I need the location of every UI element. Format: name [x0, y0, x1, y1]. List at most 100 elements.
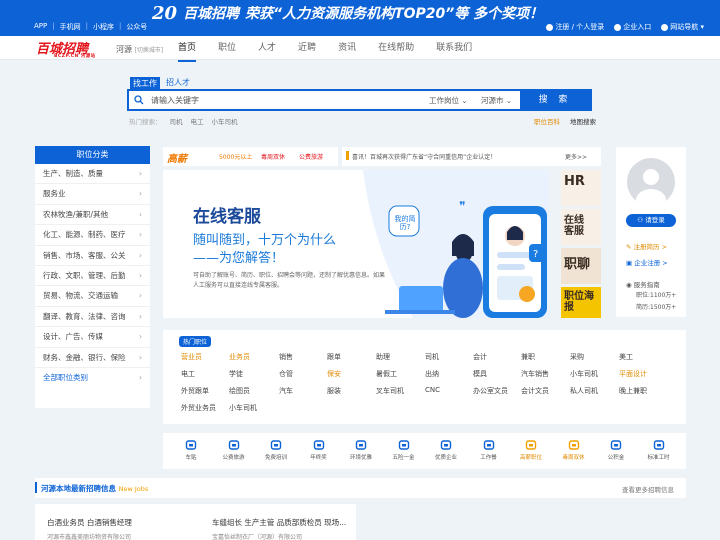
search-input[interactable]: [151, 93, 421, 107]
miniprogram-link[interactable]: 小程序: [93, 22, 114, 32]
job-card[interactable]: 白酒业务员 白酒销售经理 河源市鑫鑫美丽坊物资有限公司: [35, 504, 201, 540]
hot-job-link[interactable]: 业务员: [229, 352, 250, 362]
more-jobs-link[interactable]: 查看更多招聘信息: [622, 484, 674, 494]
register-resume-link[interactable]: ✎ 注册简历 >: [626, 241, 667, 251]
nav-news[interactable]: 资讯: [338, 36, 356, 62]
map-search-link[interactable]: 地图搜索: [570, 116, 596, 126]
building-icon: ▣: [626, 259, 633, 267]
news-headline[interactable]: 喜讯！百城再次获得广东省“守合同重信用”企业认定！: [352, 152, 496, 161]
user-icon: [546, 23, 554, 31]
category-item[interactable]: 生产、制造、质量 ›: [35, 164, 150, 185]
hot-job-link[interactable]: 司机: [425, 352, 439, 362]
search-button[interactable]: 搜 索: [520, 91, 590, 109]
hot-job-link[interactable]: 办公室文员: [473, 386, 508, 396]
benefit-item[interactable]: 工作餐: [469, 439, 509, 461]
hot-job-link[interactable]: 助理: [376, 352, 390, 362]
job-poster-tile[interactable]: 职位海报: [561, 287, 601, 318]
nav-jobs[interactable]: 职位: [218, 36, 236, 62]
app-link[interactable]: APP: [34, 22, 47, 32]
hot-job-link[interactable]: 私人司机: [570, 386, 598, 396]
all-categories-link[interactable]: 全部职位类别 ›: [35, 368, 150, 388]
hot-job-link[interactable]: 暑假工: [376, 369, 397, 379]
benefit-item[interactable]: 年终奖: [299, 439, 339, 461]
hot-job-link[interactable]: CNC: [425, 386, 440, 394]
hot-job-link[interactable]: 汽车: [279, 386, 293, 396]
search-city-select[interactable]: 河源市 ⌄: [481, 95, 512, 106]
category-item[interactable]: 翻译、教育、法律、咨询 ›: [35, 307, 150, 328]
hot-job-link[interactable]: 绘图员: [229, 386, 250, 396]
benefit-item[interactable]: 标准工时: [639, 439, 679, 461]
site-logo[interactable]: 百城招聘 BCZP.CN 河源站: [36, 38, 95, 59]
hot-job-link[interactable]: 服装: [327, 386, 341, 396]
hot-job-link[interactable]: 会计文员: [521, 386, 549, 396]
category-item[interactable]: 服务业 ›: [35, 184, 150, 205]
company-register-link[interactable]: ▣ 企业注册 >: [626, 257, 668, 267]
sitemap-link[interactable]: 网站导航 ▾: [661, 22, 704, 32]
high-salary-strip[interactable]: 高薪 5000元以上 毒周双休 公费旅游: [163, 147, 338, 166]
hot-job-link[interactable]: 电工: [181, 369, 195, 379]
hot-job-link[interactable]: 学徒: [229, 369, 243, 379]
benefit-item[interactable]: 免费培训: [256, 439, 296, 461]
company-entry-link[interactable]: 企业入口: [614, 22, 651, 32]
hot-search-item[interactable]: 小车司机: [212, 116, 238, 126]
hot-job-link[interactable]: 叉车司机: [376, 386, 404, 396]
hot-job-link[interactable]: 外贸跟单: [181, 386, 209, 396]
category-item[interactable]: 设计、广告、传媒 ›: [35, 327, 150, 348]
hot-job-link[interactable]: 外贸业务员: [181, 403, 216, 413]
category-item[interactable]: 贸易、物流、交通运输 ›: [35, 286, 150, 307]
job-card-title: 车缝组长 生产主管 品质部质检员 现场...: [212, 518, 347, 527]
wechat-link[interactable]: 公众号: [126, 22, 147, 32]
benefit-item[interactable]: 高薪职位: [511, 439, 551, 461]
city-selector[interactable]: 河源 [切换城市]: [116, 44, 163, 55]
category-item[interactable]: 财务、金融、银行、保险 ›: [35, 348, 150, 368]
hot-job-link[interactable]: 晚上兼职: [619, 386, 647, 396]
hot-job-link[interactable]: 跟单: [327, 352, 341, 362]
category-item[interactable]: 行政、文职、管理、后勤 ›: [35, 266, 150, 287]
login-button[interactable]: ⚇ 请登录: [626, 214, 676, 227]
nav-home[interactable]: 首页: [178, 36, 197, 62]
search-type-select[interactable]: 工作岗位 ⌄: [429, 95, 468, 106]
benefit-item[interactable]: 毒周双休: [554, 439, 594, 461]
category-item[interactable]: 化工、能源、制药、医疗 ›: [35, 225, 150, 246]
hot-job-link[interactable]: 平面设计: [619, 369, 647, 379]
job-wiki-link[interactable]: 职位百科: [534, 116, 560, 126]
online-service-tile[interactable]: 在线客服: [561, 209, 601, 245]
category-item[interactable]: 农林牧渔/兼职/其他 ›: [35, 205, 150, 226]
hot-job-link[interactable]: 模具: [473, 369, 487, 379]
benefit-item[interactable]: 优质企业: [426, 439, 466, 461]
hot-job-link[interactable]: 采购: [570, 352, 584, 362]
mobile-link[interactable]: 手机网: [60, 22, 81, 32]
hot-search-item[interactable]: 电工: [191, 116, 204, 126]
hot-job-link[interactable]: 仓管: [279, 369, 293, 379]
hot-job-link[interactable]: 美工: [619, 352, 633, 362]
nav-recent[interactable]: 近聘: [298, 36, 316, 62]
hr-tile[interactable]: HR: [561, 170, 601, 206]
benefit-item[interactable]: 五险一金: [384, 439, 424, 461]
award-banner[interactable]: 20 百城招聘 荣获“人力资源服务机构TOP20”等 多个奖项！: [152, 3, 543, 24]
nav-talent[interactable]: 人才: [258, 36, 276, 62]
nav-help[interactable]: 在线帮助: [378, 36, 414, 62]
benefit-item[interactable]: 车贴: [171, 439, 211, 461]
login-link[interactable]: 注册 / 个人登录: [546, 22, 604, 32]
more-news-link[interactable]: 更多>>: [565, 152, 587, 161]
category-item[interactable]: 销售、市场、客服、公关 ›: [35, 246, 150, 266]
hot-jobs-panel: 热门职位 营业员 业务员 销售 跟单 助理 司机 会计 兼职 采购 美工 电工 学徒 仓管 保安 暑假工 出纳…: [163, 330, 686, 424]
benefit-item[interactable]: 公积金: [596, 439, 636, 461]
chevron-right-icon: ›: [139, 311, 142, 321]
hot-job-link[interactable]: 小车司机: [229, 403, 257, 413]
chat-tile[interactable]: 职聊: [561, 248, 601, 284]
hot-job-link[interactable]: 小车司机: [570, 369, 598, 379]
hot-search-item[interactable]: 司机: [170, 116, 183, 126]
hot-job-link[interactable]: 会计: [473, 352, 487, 362]
hot-job-link[interactable]: 汽车销售: [521, 369, 549, 379]
hot-job-link[interactable]: 出纳: [425, 369, 439, 379]
benefit-item[interactable]: 公费旅游: [214, 439, 254, 461]
hot-job-link[interactable]: 兼职: [521, 352, 535, 362]
hot-job-link[interactable]: 销售: [279, 352, 293, 362]
benefit-item[interactable]: 环境优雅: [341, 439, 381, 461]
hot-job-link[interactable]: 保安: [327, 369, 341, 379]
hero-banner[interactable]: ❞ ? 在线客服 随叫随到，十万个为什么 ——为您解答！ 可自助了解账号、简历、…: [163, 170, 549, 318]
nav-contact[interactable]: 联系我们: [436, 36, 472, 62]
hot-job-link[interactable]: 营业员: [181, 352, 202, 362]
job-card[interactable]: 车缝组长 生产主管 品质部质检员 现场... 宝嘉怡丝制衣厂（河源）有限公司: [200, 504, 356, 540]
